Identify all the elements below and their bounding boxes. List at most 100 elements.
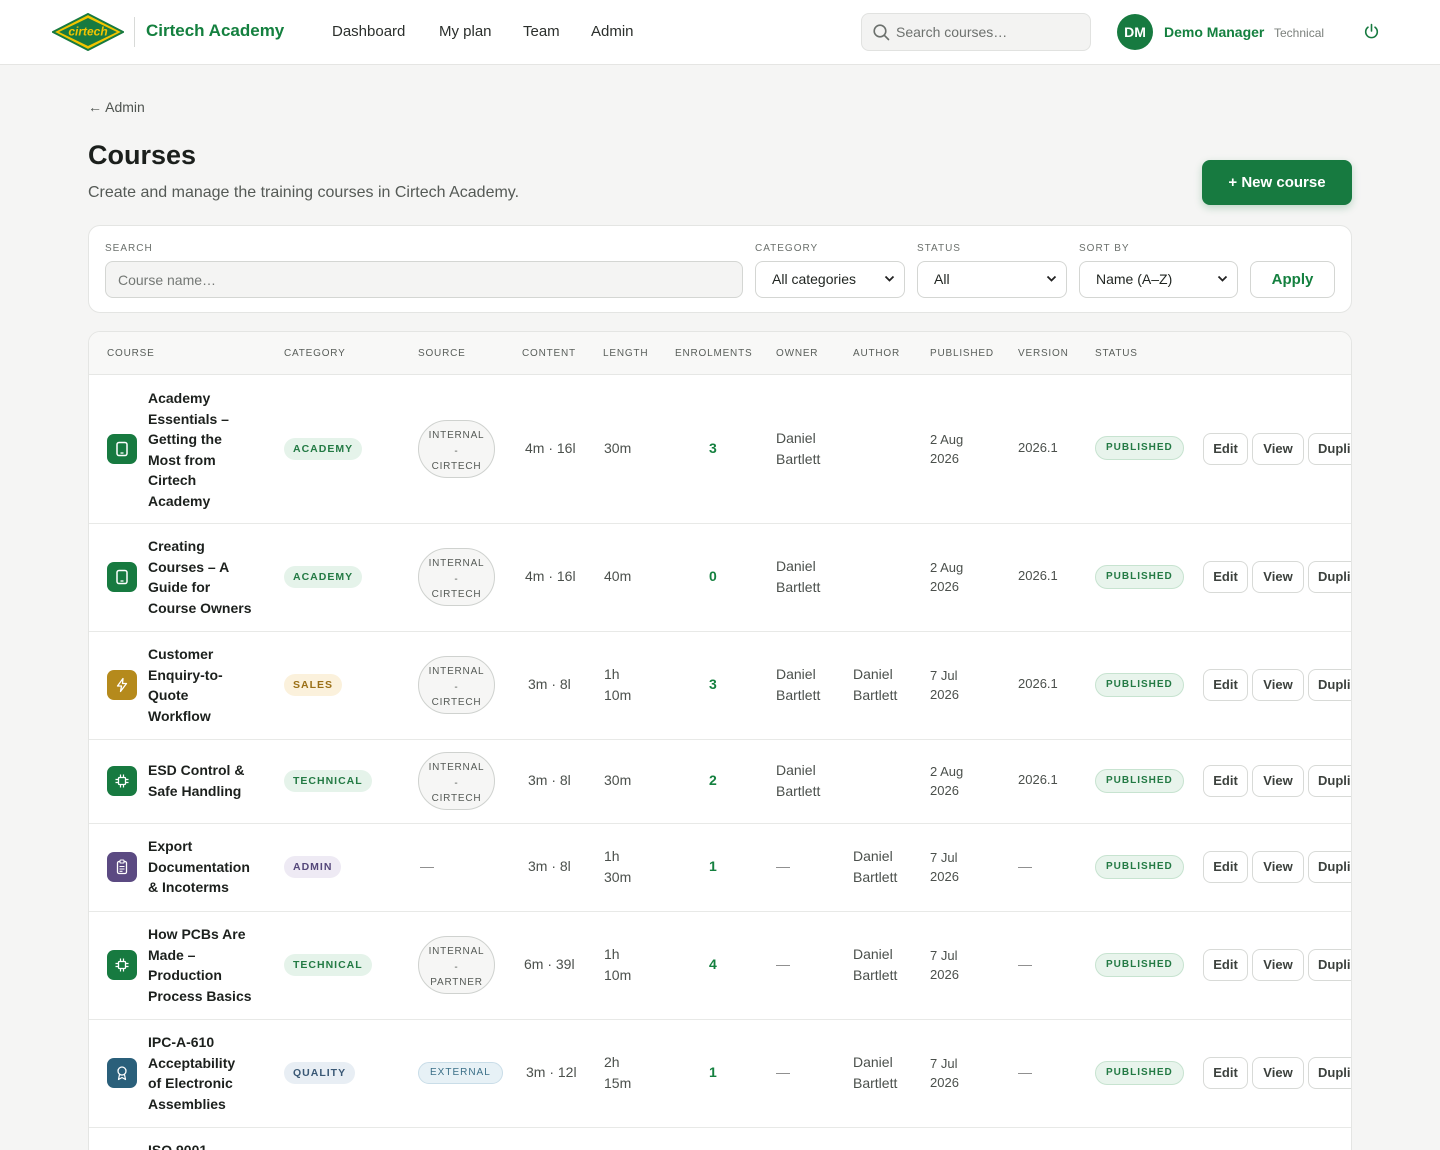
course-name[interactable]: Export Documentation & Incoterms bbox=[148, 836, 273, 898]
owner-line: Daniel bbox=[776, 666, 816, 682]
author-line: Daniel bbox=[853, 666, 893, 682]
view-button[interactable]: View bbox=[1252, 851, 1304, 883]
table-row[interactable]: ESD Control & Safe Handling TECHNICAL IN… bbox=[89, 740, 1351, 824]
clipboard-icon bbox=[116, 859, 128, 875]
back-to-admin-link[interactable]: ← Admin bbox=[88, 99, 145, 115]
global-search-input[interactable] bbox=[896, 22, 1081, 42]
col-enrolments[interactable]: ENROLMENTS bbox=[675, 348, 752, 359]
course-name-line: How PCBs Are bbox=[148, 926, 246, 942]
new-course-button[interactable]: + New course bbox=[1202, 160, 1352, 205]
nav-dashboard[interactable]: Dashboard bbox=[332, 23, 405, 40]
sort-select[interactable]: Name (A–Z) bbox=[1079, 261, 1238, 298]
nav-admin[interactable]: Admin bbox=[591, 23, 634, 40]
nav-team[interactable]: Team bbox=[523, 23, 560, 40]
col-source[interactable]: SOURCE bbox=[418, 348, 466, 359]
duplicate-button[interactable]: Duplicate bbox=[1308, 1057, 1351, 1089]
status-badge: PUBLISHED bbox=[1095, 673, 1184, 697]
length-line: 1h bbox=[604, 848, 620, 864]
status-select[interactable]: All bbox=[917, 261, 1067, 298]
view-button[interactable]: View bbox=[1252, 433, 1304, 465]
col-owner[interactable]: OWNER bbox=[776, 348, 818, 359]
duplicate-button[interactable]: Duplicate bbox=[1308, 433, 1351, 465]
power-icon[interactable] bbox=[1363, 23, 1380, 40]
length-line: 1h bbox=[604, 946, 620, 962]
enrolments-value[interactable]: 2 bbox=[709, 772, 717, 788]
published-line: 2 Aug bbox=[930, 764, 964, 779]
global-search bbox=[861, 13, 1091, 51]
enrolments-value[interactable]: 0 bbox=[709, 568, 717, 584]
edit-button[interactable]: Edit bbox=[1203, 561, 1248, 593]
edit-button[interactable]: Edit bbox=[1203, 765, 1248, 797]
published-line: 7 Jul bbox=[930, 948, 958, 963]
apply-button[interactable]: Apply bbox=[1250, 261, 1335, 298]
sort-select-value: Name (A–Z) bbox=[1096, 271, 1173, 287]
course-name[interactable]: Academy Essentials – Getting the Most fr… bbox=[148, 388, 266, 511]
length-line: 10m bbox=[604, 686, 632, 703]
published-value: 2 Aug 2026 bbox=[930, 430, 963, 468]
owner-value: — bbox=[776, 1064, 790, 1080]
table-row[interactable]: How PCBs Are Made – Production Process B… bbox=[89, 912, 1351, 1020]
edit-button[interactable]: Edit bbox=[1203, 851, 1248, 883]
col-version[interactable]: VERSION bbox=[1018, 348, 1069, 359]
table-row[interactable]: Export Documentation & Incoterms ADMIN —… bbox=[89, 824, 1351, 912]
nav-my-plan[interactable]: My plan bbox=[439, 23, 492, 40]
avatar[interactable]: DM bbox=[1117, 14, 1153, 50]
duplicate-button[interactable]: Duplicate bbox=[1308, 765, 1351, 797]
owner-value: Daniel Bartlett bbox=[776, 556, 820, 597]
view-button[interactable]: View bbox=[1252, 669, 1304, 701]
col-category[interactable]: CATEGORY bbox=[284, 348, 346, 359]
duplicate-button[interactable]: Duplicate bbox=[1308, 561, 1351, 593]
edit-button[interactable]: Edit bbox=[1203, 949, 1248, 981]
course-name[interactable]: How PCBs Are Made – Production Process B… bbox=[148, 924, 273, 1006]
enrolments-value[interactable]: 4 bbox=[709, 956, 717, 972]
category-select[interactable]: All categories bbox=[755, 261, 905, 298]
enrolments-value[interactable]: 3 bbox=[709, 440, 717, 456]
view-button[interactable]: View bbox=[1252, 949, 1304, 981]
enrolments-value[interactable]: 1 bbox=[709, 1064, 717, 1080]
cirtech-logo[interactable]: cirtech bbox=[52, 13, 124, 51]
page-subtitle: Create and manage the training courses i… bbox=[88, 184, 520, 201]
table-row[interactable]: IPC-A-610 Acceptability of Electronic As… bbox=[89, 1020, 1351, 1128]
enrolments-value[interactable]: 1 bbox=[709, 858, 717, 874]
view-button[interactable]: View bbox=[1252, 561, 1304, 593]
course-name-input[interactable] bbox=[105, 261, 743, 298]
length-line: 1h bbox=[604, 666, 620, 682]
category-badge: TECHNICAL bbox=[284, 954, 372, 976]
table-row[interactable]: Academy Essentials – Getting the Most fr… bbox=[89, 376, 1351, 524]
author-line: Daniel bbox=[853, 1054, 893, 1070]
source-line: - bbox=[454, 445, 459, 457]
table-row[interactable]: ISO 9001 bbox=[89, 1128, 1351, 1150]
lightning-icon bbox=[116, 677, 128, 693]
col-published[interactable]: PUBLISHED bbox=[930, 348, 994, 359]
course-name[interactable]: Creating Courses – A Guide for Course Ow… bbox=[148, 536, 273, 618]
course-name[interactable]: ESD Control & Safe Handling bbox=[148, 760, 273, 801]
duplicate-button[interactable]: Duplicate bbox=[1308, 669, 1351, 701]
col-author[interactable]: AUTHOR bbox=[853, 348, 900, 359]
duplicate-button[interactable]: Duplicate bbox=[1308, 851, 1351, 883]
content-value: 3m · 8l bbox=[528, 772, 571, 788]
duplicate-button[interactable]: Duplicate bbox=[1308, 949, 1351, 981]
table-row[interactable]: Creating Courses – A Guide for Course Ow… bbox=[89, 524, 1351, 632]
edit-button[interactable]: Edit bbox=[1203, 669, 1248, 701]
course-name[interactable]: IPC-A-610 Acceptability of Electronic As… bbox=[148, 1032, 273, 1114]
length-value: 1h 10m bbox=[604, 944, 631, 985]
length-value: 30m bbox=[604, 438, 631, 459]
col-course[interactable]: COURSE bbox=[107, 348, 155, 359]
enrolments-value[interactable]: 3 bbox=[709, 676, 717, 692]
view-button[interactable]: View bbox=[1252, 1057, 1304, 1089]
brand-name[interactable]: Cirtech Academy bbox=[146, 21, 284, 41]
sort-label: SORT BY bbox=[1079, 243, 1130, 254]
table-row[interactable]: Customer Enquiry-to- Quote Workflow SALE… bbox=[89, 632, 1351, 740]
col-length[interactable]: LENGTH bbox=[603, 348, 648, 359]
course-icon bbox=[107, 766, 137, 796]
col-content[interactable]: CONTENT bbox=[522, 348, 576, 359]
col-status[interactable]: STATUS bbox=[1095, 348, 1138, 359]
user-name[interactable]: Demo Manager bbox=[1164, 24, 1264, 40]
view-button[interactable]: View bbox=[1252, 765, 1304, 797]
edit-button[interactable]: Edit bbox=[1203, 1057, 1248, 1089]
edit-button[interactable]: Edit bbox=[1203, 433, 1248, 465]
version-value: 2026.1 bbox=[1018, 440, 1058, 455]
course-name[interactable]: Customer Enquiry-to- Quote Workflow bbox=[148, 644, 266, 726]
course-name[interactable]: ISO 9001 bbox=[148, 1140, 273, 1150]
course-name-line: Production bbox=[148, 967, 222, 983]
